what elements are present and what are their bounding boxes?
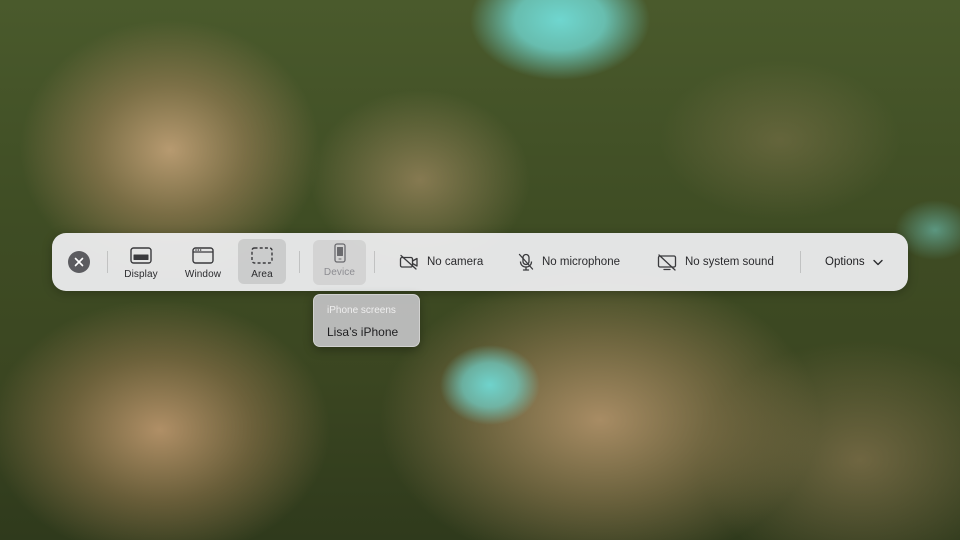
capture-display-button[interactable]: Display [117,239,165,284]
divider [107,251,108,273]
window-icon [192,246,214,264]
menu-item-lisas-iphone[interactable]: Lisa’s iPhone [327,325,398,339]
capture-device-button[interactable]: Device [313,240,366,285]
system-sound-off-icon [657,253,677,271]
options-menu-button[interactable]: Options [825,251,883,273]
desktop-wallpaper: Display Window Area Device No camera No … [0,0,960,540]
system-sound-label: No system sound [685,256,774,268]
camera-off-icon [399,254,419,270]
microphone-label: No microphone [542,256,620,268]
divider [800,251,801,273]
screen-capture-toolbar: Display Window Area Device No camera No … [52,233,908,291]
camera-button[interactable]: No camera [399,251,483,273]
area-selection-icon [251,246,273,264]
capture-device-label: Device [323,267,356,278]
divider [299,251,300,273]
iphone-icon [333,243,346,263]
menu-section-header: iPhone screens [327,305,396,316]
microphone-off-icon [518,253,534,271]
microphone-button[interactable]: No microphone [518,251,620,273]
capture-window-button[interactable]: Window [179,239,227,284]
display-icon [130,246,152,264]
system-sound-button[interactable]: No system sound [657,251,774,273]
chevron-down-icon [872,259,883,266]
options-label: Options [825,256,865,268]
capture-display-label: Display [124,269,158,280]
close-button[interactable] [68,251,90,273]
capture-window-label: Window [184,269,222,280]
capture-area-label: Area [251,269,273,280]
divider [374,251,375,273]
close-icon [74,257,84,267]
capture-area-button[interactable]: Area [238,239,286,284]
camera-label: No camera [427,256,484,268]
device-dropdown-menu: iPhone screens Lisa’s iPhone [313,294,420,347]
